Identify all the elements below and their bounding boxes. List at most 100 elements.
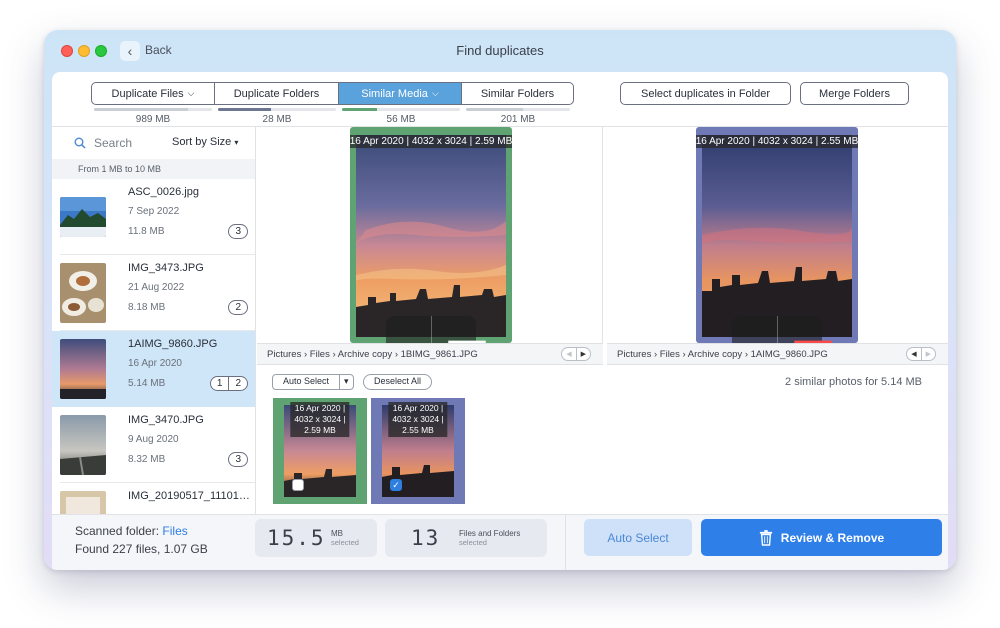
- breadcrumb-item[interactable]: Files: [660, 349, 680, 360]
- pager: ◀ ▶: [561, 347, 591, 361]
- count: 3: [235, 226, 241, 237]
- sort-dropdown[interactable]: Sort by Size ▾: [172, 136, 238, 148]
- trash-icon: [759, 529, 772, 546]
- next-arrow-icon[interactable]: ▶: [575, 348, 590, 360]
- merge-folders-button[interactable]: Merge Folders: [800, 82, 909, 105]
- list-item[interactable]: IMG_3473.JPG 21 Aug 2022 8.18 MB 2: [52, 255, 255, 331]
- tag-line: 16 Apr 2020 |: [294, 403, 346, 413]
- breadcrumb-separator: ›: [332, 349, 336, 360]
- photo-action-bar: [732, 316, 832, 343]
- file-name: 1AIMG_9860.JPG: [128, 338, 218, 350]
- preview-pane-left: 16 Apr 2020 | 4032 x 3024 | 2.59 MB: [257, 127, 603, 343]
- unit-sub: selected: [331, 538, 359, 547]
- list-item[interactable]: IMG_20190517_11101…: [52, 483, 255, 514]
- checkmark-icon: ✓: [392, 480, 400, 490]
- file-thumbnail: [60, 491, 106, 514]
- auto-select-button[interactable]: Auto Select: [584, 519, 692, 556]
- sort-label: Sort by Size: [172, 136, 232, 148]
- breadcrumb-separator: ›: [303, 349, 308, 360]
- keep-photo-frame[interactable]: 16 Apr 2020 | 4032 x 3024 | 2.59 MB: [350, 127, 512, 343]
- selected-size-value: 15.5: [267, 526, 326, 550]
- breadcrumb-item[interactable]: 1BIMG_9861.JPG: [401, 349, 478, 360]
- breadcrumb-item[interactable]: 1AIMG_9860.JPG: [751, 349, 828, 360]
- breadcrumb-item[interactable]: Pictures: [617, 349, 651, 360]
- tab-similar-folders[interactable]: Similar Folders: [462, 83, 573, 104]
- caret-down-icon[interactable]: ▾: [339, 375, 353, 389]
- size-label: 28 MB: [262, 114, 292, 125]
- unit-label: MB: [331, 529, 343, 538]
- duplicate-count-badge: 3: [228, 224, 248, 239]
- window-title: Find duplicates: [456, 43, 544, 58]
- breadcrumb-separator: ›: [394, 349, 398, 360]
- tab-label: Duplicate Files: [111, 87, 184, 100]
- search-input[interactable]: Search: [94, 136, 132, 150]
- preview-photo: [702, 135, 852, 337]
- tab-label: Similar Folders: [480, 87, 555, 100]
- gallery-thumbnail[interactable]: 16 Apr 2020 | 4032 x 3024 | 2.59 MB: [273, 398, 367, 504]
- tab-similar-media[interactable]: Similar Media ⌵: [339, 83, 462, 104]
- file-date: 16 Apr 2020: [128, 358, 182, 369]
- pager: ◀ ▶: [906, 347, 936, 361]
- previous-arrow-icon[interactable]: ◀: [562, 348, 575, 360]
- main-content: Duplicate Files ⌵ Duplicate Folders Simil…: [52, 72, 948, 570]
- selected-count-stat: 13 Files and Folders selected: [385, 519, 547, 557]
- photo-action-bar: [386, 316, 486, 343]
- divider: [565, 515, 566, 570]
- keep-button[interactable]: [776, 316, 823, 343]
- size-bar-fill: [218, 108, 272, 111]
- photo-info-tag: 16 Apr 2020 | 4032 x 3024 | 2.55 MB: [388, 402, 448, 437]
- tab-duplicate-files[interactable]: Duplicate Files ⌵: [92, 83, 215, 104]
- file-name: IMG_20190517_11101…: [128, 490, 250, 502]
- file-size: 8.32 MB: [128, 454, 166, 465]
- size-bar-similar-folders: [466, 108, 570, 111]
- select-checkbox[interactable]: [292, 479, 304, 491]
- size-label: 56 MB: [386, 114, 416, 125]
- file-size: 11.8 MB: [128, 226, 165, 237]
- tag-line: 4032 x 3024 |: [294, 414, 346, 424]
- breadcrumb-separator: ›: [682, 349, 686, 360]
- scanned-folder-text: Scanned folder: Files: [75, 524, 188, 538]
- file-date: 9 Aug 2020: [128, 434, 179, 445]
- size-label: 989 MB: [135, 114, 171, 125]
- file-thumbnail: [60, 415, 106, 475]
- breadcrumb-item[interactable]: Archive copy: [338, 349, 392, 360]
- tab-duplicate-folders[interactable]: Duplicate Folders: [215, 83, 339, 104]
- select-duplicates-in-folder-button[interactable]: Select duplicates in Folder: [620, 82, 791, 105]
- list-item[interactable]: IMG_3470.JPG 9 Aug 2020 8.32 MB 3: [52, 407, 255, 483]
- list-item[interactable]: ASC_0026.jpg 7 Sep 2022 11.8 MB 3: [52, 179, 255, 255]
- select-checkbox-checked[interactable]: ✓: [390, 479, 402, 491]
- breadcrumb-item[interactable]: Files: [310, 349, 330, 360]
- file-thumbnail: [60, 339, 106, 399]
- file-name: ASC_0026.jpg: [128, 186, 199, 198]
- preview-pane-right: 16 Apr 2020 | 4032 x 3024 | 2.55 MB: [607, 127, 948, 343]
- remove-photo-frame[interactable]: 16 Apr 2020 | 4032 x 3024 | 2.55 MB: [696, 127, 858, 343]
- review-and-remove-button[interactable]: Review & Remove: [701, 519, 942, 556]
- size-range-header: From 1 MB to 10 MB: [52, 159, 255, 179]
- auto-select-dropdown[interactable]: Auto Select ▾: [272, 374, 354, 390]
- unit-label: Files and Folders: [459, 529, 521, 538]
- count: 3: [235, 454, 241, 465]
- file-size: 8.18 MB: [128, 302, 166, 313]
- caret-down-icon: ▾: [234, 138, 239, 147]
- file-list-sidebar: Search Sort by Size ▾ From 1 MB to 10 MB…: [52, 127, 256, 514]
- selected-count-value: 13: [411, 526, 441, 550]
- size-bar-duplicate-folders: [218, 108, 336, 111]
- size-bar-fill: [94, 108, 189, 111]
- breadcrumb-item[interactable]: Pictures: [267, 349, 301, 360]
- photo-info-tag: 16 Apr 2020 | 4032 x 3024 | 2.59 MB: [290, 402, 350, 437]
- keep-button[interactable]: [430, 316, 477, 343]
- deselect-all-button[interactable]: Deselect All: [363, 374, 433, 390]
- tag-line: 2.55 MB: [402, 425, 434, 435]
- gallery-thumbnail[interactable]: 16 Apr 2020 | 4032 x 3024 | 2.55 MB ✓: [371, 398, 465, 504]
- previous-arrow-icon[interactable]: ◀: [907, 348, 920, 360]
- list-item-selected[interactable]: 1AIMG_9860.JPG 16 Apr 2020 5.14 MB 12: [52, 331, 255, 407]
- breadcrumb-item[interactable]: Archive copy: [688, 349, 742, 360]
- scanned-folder-link[interactable]: Files: [162, 524, 187, 538]
- app-window: ‹ Back Find duplicates Duplicate Files ⌵ …: [44, 30, 956, 570]
- tab-label: Duplicate Folders: [233, 87, 320, 100]
- footer: Scanned folder: Files Found 227 files, 1…: [52, 514, 948, 570]
- group-summary: 2 similar photos for 5.14 MB: [785, 376, 922, 388]
- file-date: 21 Aug 2022: [128, 282, 185, 293]
- next-arrow-icon[interactable]: ▶: [920, 348, 935, 360]
- path-bar-left: Pictures › Files › Archive copy › 1BIMG_…: [257, 343, 603, 365]
